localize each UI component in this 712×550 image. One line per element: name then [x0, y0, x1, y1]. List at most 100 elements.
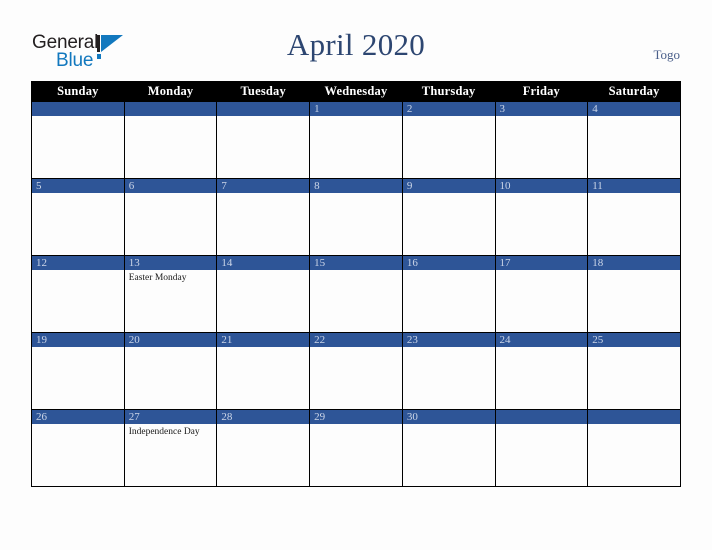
day-cell-body[interactable] — [125, 116, 217, 178]
week-row: 19 20 21 22 23 24 25 — [31, 332, 681, 410]
day-cell-body[interactable] — [32, 347, 124, 409]
day-cell-body[interactable] — [32, 424, 124, 486]
day-cell-body[interactable] — [310, 193, 402, 255]
day-cell-body[interactable] — [588, 347, 680, 409]
day-cell-body[interactable] — [32, 270, 124, 332]
day-cell-body[interactable] — [496, 424, 588, 486]
day-cell[interactable]: 6 — [123, 178, 218, 256]
day-cell-body[interactable] — [588, 270, 680, 332]
day-cell[interactable]: 2 — [401, 101, 496, 179]
day-cell[interactable]: 8 — [309, 178, 403, 256]
day-cell-body[interactable] — [217, 193, 309, 255]
week-row: 1 2 3 4 — [31, 101, 681, 179]
day-number — [124, 102, 217, 116]
day-cell[interactable]: 29 — [309, 409, 403, 487]
day-number: 17 — [495, 256, 588, 270]
day-cell[interactable] — [216, 101, 311, 179]
page-header: General Blue April 2020 Togo — [0, 0, 712, 78]
weekday-header-thursday: Thursday — [401, 81, 496, 102]
day-cell[interactable]: 5 — [31, 178, 125, 256]
calendar-page: General Blue April 2020 Togo Sunday Mond… — [0, 0, 712, 550]
day-cell[interactable]: 15 — [309, 255, 403, 333]
day-cell[interactable]: 25 — [587, 332, 681, 410]
day-cell[interactable] — [494, 409, 589, 487]
day-number — [32, 102, 124, 116]
day-number: 29 — [310, 410, 402, 424]
day-cell[interactable]: 28 — [216, 409, 311, 487]
week-row: 12 13 Easter Monday 14 15 16 17 18 — [31, 255, 681, 333]
day-number: 3 — [495, 102, 588, 116]
month-grid: Sunday Monday Tuesday Wednesday Thursday… — [31, 81, 681, 487]
day-cell[interactable]: 23 — [401, 332, 496, 410]
day-cell-body[interactable] — [310, 424, 402, 486]
day-number: 24 — [495, 333, 588, 347]
day-cell-body[interactable] — [125, 193, 217, 255]
weekday-header-monday: Monday — [123, 81, 218, 102]
day-number — [217, 102, 310, 116]
page-title: April 2020 — [286, 27, 426, 62]
day-cell[interactable]: 3 — [494, 101, 589, 179]
day-cell[interactable]: 22 — [309, 332, 403, 410]
day-number: 21 — [217, 333, 310, 347]
week-row: 5 6 7 8 9 10 11 — [31, 178, 681, 256]
day-cell-body[interactable] — [310, 116, 402, 178]
day-cell[interactable]: 20 — [123, 332, 218, 410]
day-number: 23 — [402, 333, 495, 347]
day-cell-body[interactable] — [496, 193, 588, 255]
day-cell-body[interactable] — [588, 193, 680, 255]
day-cell[interactable]: 11 — [587, 178, 681, 256]
day-number: 19 — [32, 333, 124, 347]
day-cell-body[interactable] — [310, 270, 402, 332]
day-cell-body[interactable] — [403, 270, 495, 332]
day-number: 5 — [32, 179, 124, 193]
day-cell-body[interactable] — [588, 116, 680, 178]
day-cell[interactable]: 1 — [309, 101, 403, 179]
day-number: 25 — [588, 333, 680, 347]
day-number: 14 — [217, 256, 310, 270]
day-cell[interactable]: 27 Independence Day — [123, 409, 218, 487]
day-cell[interactable]: 10 — [494, 178, 589, 256]
day-cell-body[interactable] — [217, 116, 309, 178]
day-number: 7 — [217, 179, 310, 193]
day-cell[interactable]: 24 — [494, 332, 589, 410]
day-cell[interactable]: 13 Easter Monday — [123, 255, 218, 333]
locale-label: Togo — [653, 47, 680, 62]
day-cell[interactable]: 19 — [31, 332, 125, 410]
day-cell-body[interactable] — [496, 270, 588, 332]
day-cell[interactable]: 14 — [216, 255, 311, 333]
day-cell-body[interactable] — [496, 347, 588, 409]
day-number: 27 — [124, 410, 217, 424]
day-cell-body[interactable] — [310, 347, 402, 409]
day-cell-body[interactable] — [403, 347, 495, 409]
day-cell-body[interactable] — [32, 116, 124, 178]
day-cell-body[interactable] — [125, 347, 217, 409]
day-cell-body[interactable] — [496, 116, 588, 178]
day-number: 2 — [402, 102, 495, 116]
day-cell[interactable] — [587, 409, 681, 487]
day-cell[interactable] — [31, 101, 125, 179]
day-event: Independence Day — [128, 427, 200, 437]
day-cell-body[interactable] — [403, 116, 495, 178]
day-cell-body[interactable]: Independence Day — [125, 424, 217, 486]
day-cell[interactable]: 17 — [494, 255, 589, 333]
day-cell[interactable]: 26 — [31, 409, 125, 487]
day-cell-body[interactable] — [217, 347, 309, 409]
day-cell-body[interactable] — [217, 270, 309, 332]
day-cell[interactable]: 30 — [401, 409, 496, 487]
day-cell[interactable] — [123, 101, 218, 179]
day-cell-body[interactable] — [588, 424, 680, 486]
day-cell[interactable]: 18 — [587, 255, 681, 333]
day-cell[interactable]: 21 — [216, 332, 311, 410]
day-cell[interactable]: 12 — [31, 255, 125, 333]
day-cell-body[interactable] — [32, 193, 124, 255]
day-cell-body[interactable] — [403, 193, 495, 255]
day-cell-body[interactable] — [217, 424, 309, 486]
day-cell[interactable]: 4 — [587, 101, 681, 179]
day-cell[interactable]: 9 — [401, 178, 496, 256]
day-cell-body[interactable] — [403, 424, 495, 486]
day-cell[interactable]: 7 — [216, 178, 311, 256]
day-number: 6 — [124, 179, 217, 193]
day-cell[interactable]: 16 — [401, 255, 496, 333]
weekday-header-wednesday: Wednesday — [309, 81, 403, 102]
day-cell-body[interactable]: Easter Monday — [125, 270, 217, 332]
